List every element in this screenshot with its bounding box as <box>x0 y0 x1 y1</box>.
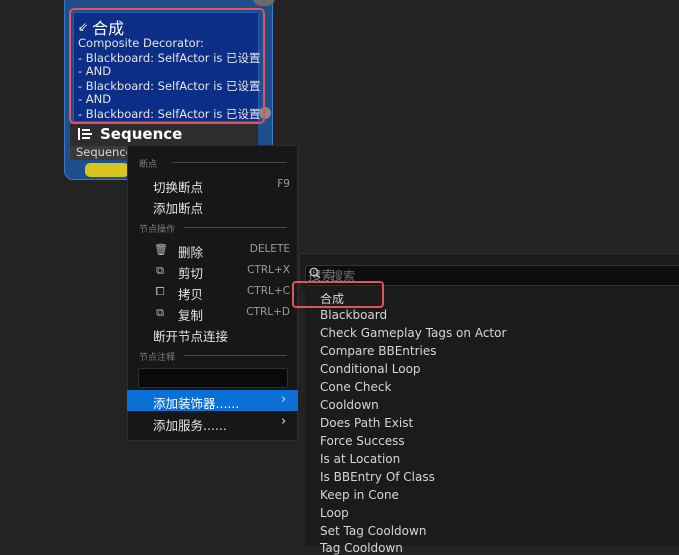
menu-item-add-breakpoint[interactable]: 添加断点 <box>153 198 203 217</box>
menu-item-cut[interactable]: 剪切 <box>178 263 203 282</box>
menu-item-add-service[interactable]: 添加服务...... <box>153 415 227 434</box>
shortcut-ctrl-c: CTRL+C <box>246 285 290 297</box>
sequence-title-text: Sequence <box>100 125 183 143</box>
submenu-item-compare-bbentries[interactable]: Compare BBEntries <box>320 344 437 358</box>
chevron-right-icon: › <box>281 392 287 407</box>
submenu-item-conditional-loop[interactable]: Conditional Loop <box>320 362 421 376</box>
menu-item-copy[interactable]: 拷贝 <box>178 284 203 303</box>
submenu-item-is-bbentry-of-class[interactable]: Is BBEntry Of Class <box>320 470 435 484</box>
menu-item-break-links[interactable]: 断开节点连接 <box>153 326 228 345</box>
execution-indicator <box>85 163 129 177</box>
search-icon <box>309 267 321 279</box>
cut-icon: ⧉ <box>156 264 164 277</box>
section-divider <box>172 162 287 163</box>
menu-item-toggle-breakpoint[interactable]: 切换断点 <box>153 177 203 196</box>
submenu-item-loop[interactable]: Loop <box>320 506 349 520</box>
section-node-comment: 节点注释 <box>139 353 176 363</box>
sequence-title: Sequence <box>78 125 182 143</box>
sequence-icon <box>78 128 92 140</box>
copy-icon: ⧠ <box>155 285 165 298</box>
submenu-item-set-tag-cooldown[interactable]: Set Tag Cooldown <box>320 524 426 538</box>
sequence-subtitle: Sequence <box>76 145 133 159</box>
submenu-item-keep-in-cone[interactable]: Keep in Cone <box>320 488 399 502</box>
duplicate-icon: ⧉ <box>156 306 164 319</box>
node-comment-input[interactable] <box>138 368 288 388</box>
shortcut-f9: F9 <box>277 178 290 190</box>
trash-icon: 🗑 <box>154 243 168 256</box>
annotation-highlight-box <box>69 8 265 124</box>
section-divider <box>184 227 287 228</box>
submenu-left-gutter <box>299 290 305 546</box>
submenu-item-tag-cooldown[interactable]: Tag Cooldown <box>320 541 403 555</box>
submenu-item-cooldown[interactable]: Cooldown <box>320 398 379 412</box>
section-node-actions: 节点操作 <box>139 225 176 235</box>
shortcut-delete: DELETE <box>249 243 290 255</box>
section-breakpoints: 断点 <box>139 160 158 170</box>
shortcut-ctrl-x: CTRL+X <box>247 264 290 276</box>
chevron-right-icon: › <box>281 414 287 429</box>
submenu-item-blackboard[interactable]: Blackboard <box>320 308 387 322</box>
menu-item-duplicate[interactable]: 复制 <box>178 305 203 324</box>
submenu-item-is-at-location[interactable]: Is at Location <box>320 452 400 466</box>
menu-item-add-decorator[interactable]: 添加装饰器...... <box>153 393 239 412</box>
shortcut-ctrl-d: CTRL+D <box>246 306 290 318</box>
submenu-item-check-gameplay-tags[interactable]: Check Gameplay Tags on Actor <box>320 326 506 340</box>
submenu-item-force-success[interactable]: Force Success <box>320 434 405 448</box>
submenu-item-cone-check[interactable]: Cone Check <box>320 380 391 394</box>
section-divider <box>184 355 287 356</box>
submenu-item-does-path-exist[interactable]: Does Path Exist <box>320 416 413 430</box>
annotation-highlight-box <box>292 281 384 308</box>
menu-item-delete[interactable]: 删除 <box>178 242 203 261</box>
